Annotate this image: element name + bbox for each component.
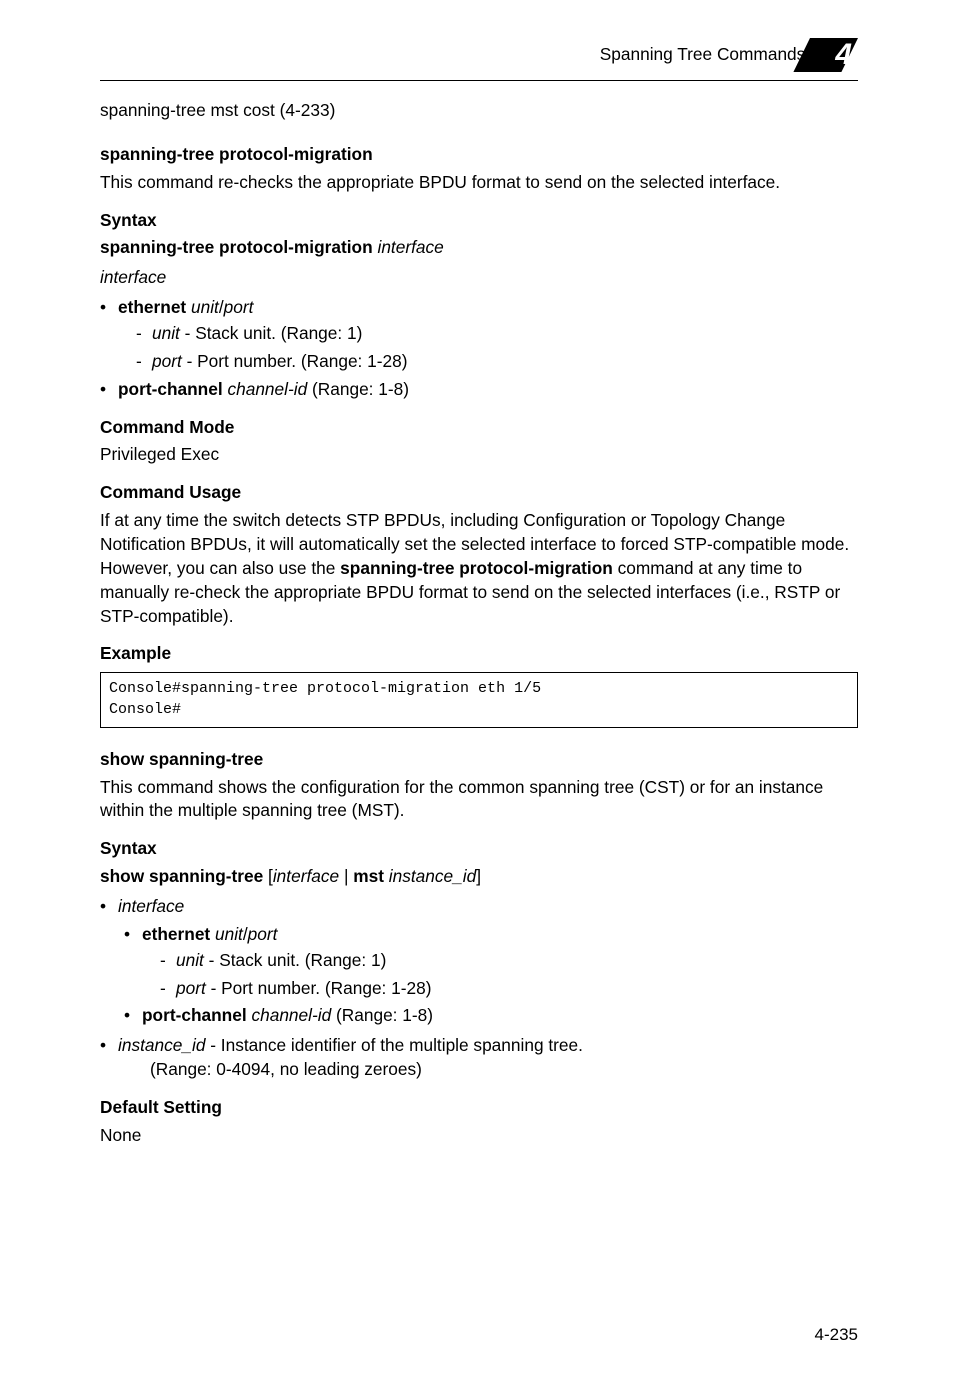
interface-options: ethernet unit/port unit - Stack unit. (R…: [100, 296, 858, 401]
chapter-number: 4: [819, 34, 858, 75]
instance-id-ital: instance_id: [118, 1035, 205, 1055]
port-channel-desc: (Range: 1-8): [307, 379, 409, 399]
port-desc: - Port number. (Range: 1-28): [182, 351, 408, 371]
unit-ital: unit: [176, 950, 204, 970]
example-code-block: Console#spanning-tree protocol-migration…: [100, 672, 858, 727]
instance-id-desc: - Instance identifier of the multiple sp…: [205, 1035, 583, 1055]
ethernet-subitems: unit - Stack unit. (Range: 1) port - Por…: [136, 322, 858, 374]
syntax-command-arg: interface: [373, 237, 444, 257]
syntax-arg1: interface: [273, 866, 339, 886]
list-item: port-channel channel-id (Range: 1-8): [100, 378, 858, 402]
page-number: 4-235: [815, 1323, 858, 1346]
instance-id-range: (Range: 0-4094, no leading zeroes): [150, 1058, 858, 1082]
list-item: port-channel channel-id (Range: 1-8): [124, 1004, 858, 1028]
list-item: unit - Stack unit. (Range: 1): [136, 322, 858, 346]
syntax-label: Syntax: [100, 837, 858, 861]
unit-ital: unit: [152, 323, 180, 343]
interface-label: interface: [100, 266, 858, 290]
syntax-command: show spanning-tree [interface | mst inst…: [100, 865, 858, 889]
ethernet-port: port: [248, 924, 278, 944]
syntax-command: spanning-tree protocol-migration interfa…: [100, 236, 858, 260]
list-item: interface ethernet unit/port unit - Stac…: [100, 895, 858, 1028]
section-description: This command re-checks the appropriate B…: [100, 171, 858, 195]
port-channel-arg: channel-id: [247, 1005, 332, 1025]
syntax-arg2: instance_id: [384, 866, 476, 886]
syntax-keyword2: mst: [353, 866, 384, 886]
ethernet-port: port: [224, 297, 254, 317]
section-heading-show-spanning-tree: show spanning-tree: [100, 748, 858, 772]
interface-sublist: ethernet unit/port unit - Stack unit. (R…: [124, 923, 858, 1028]
unit-desc: - Stack unit. (Range: 1): [180, 323, 363, 343]
syntax-command-keyword: spanning-tree protocol-migration: [100, 237, 373, 257]
port-desc: - Port number. (Range: 1-28): [206, 978, 432, 998]
list-item: ethernet unit/port unit - Stack unit. (R…: [100, 296, 858, 374]
command-usage-text: If at any time the switch detects STP BP…: [100, 509, 858, 628]
list-item: ethernet unit/port unit - Stack unit. (R…: [124, 923, 858, 1001]
ethernet-subitems: unit - Stack unit. (Range: 1) port - Por…: [160, 949, 858, 1001]
command-usage-bold: spanning-tree protocol-migration: [340, 558, 613, 578]
ethernet-unit: unit: [210, 924, 243, 944]
unit-desc: - Stack unit. (Range: 1): [204, 950, 387, 970]
command-mode-value: Privileged Exec: [100, 443, 858, 467]
ethernet-unit: unit: [186, 297, 219, 317]
section-heading-protocol-migration: spanning-tree protocol-migration: [100, 143, 858, 167]
command-usage-label: Command Usage: [100, 481, 858, 505]
syntax-pipe: |: [339, 866, 353, 886]
port-channel-arg: channel-id: [223, 379, 308, 399]
port-channel-keyword: port-channel: [142, 1005, 247, 1025]
port-channel-keyword: port-channel: [118, 379, 223, 399]
default-setting-label: Default Setting: [100, 1096, 858, 1120]
syntax-label: Syntax: [100, 209, 858, 233]
list-item: port - Port number. (Range: 1-28): [160, 977, 858, 1001]
top-cross-reference: spanning-tree mst cost (4-233): [100, 99, 858, 123]
interface-label: interface: [118, 896, 184, 916]
port-ital: port: [176, 978, 206, 998]
syntax-bracket-close: ]: [476, 866, 481, 886]
ethernet-keyword: ethernet: [118, 297, 186, 317]
syntax-options: interface ethernet unit/port unit - Stac…: [100, 895, 858, 1082]
syntax-keyword1: show spanning-tree: [100, 866, 263, 886]
list-item: port - Port number. (Range: 1-28): [136, 350, 858, 374]
example-label: Example: [100, 642, 858, 666]
list-item: unit - Stack unit. (Range: 1): [160, 949, 858, 973]
list-item: instance_id - Instance identifier of the…: [100, 1034, 858, 1082]
ethernet-keyword: ethernet: [142, 924, 210, 944]
port-channel-desc: (Range: 1-8): [331, 1005, 433, 1025]
section-description: This command shows the configuration for…: [100, 776, 858, 824]
chapter-badge: 4: [819, 38, 858, 72]
syntax-bracket-open: [: [263, 866, 273, 886]
port-ital: port: [152, 351, 182, 371]
default-setting-value: None: [100, 1124, 858, 1148]
header-rule: [100, 80, 858, 81]
header-section-title: Spanning Tree Commands: [600, 43, 806, 67]
command-mode-label: Command Mode: [100, 416, 858, 440]
